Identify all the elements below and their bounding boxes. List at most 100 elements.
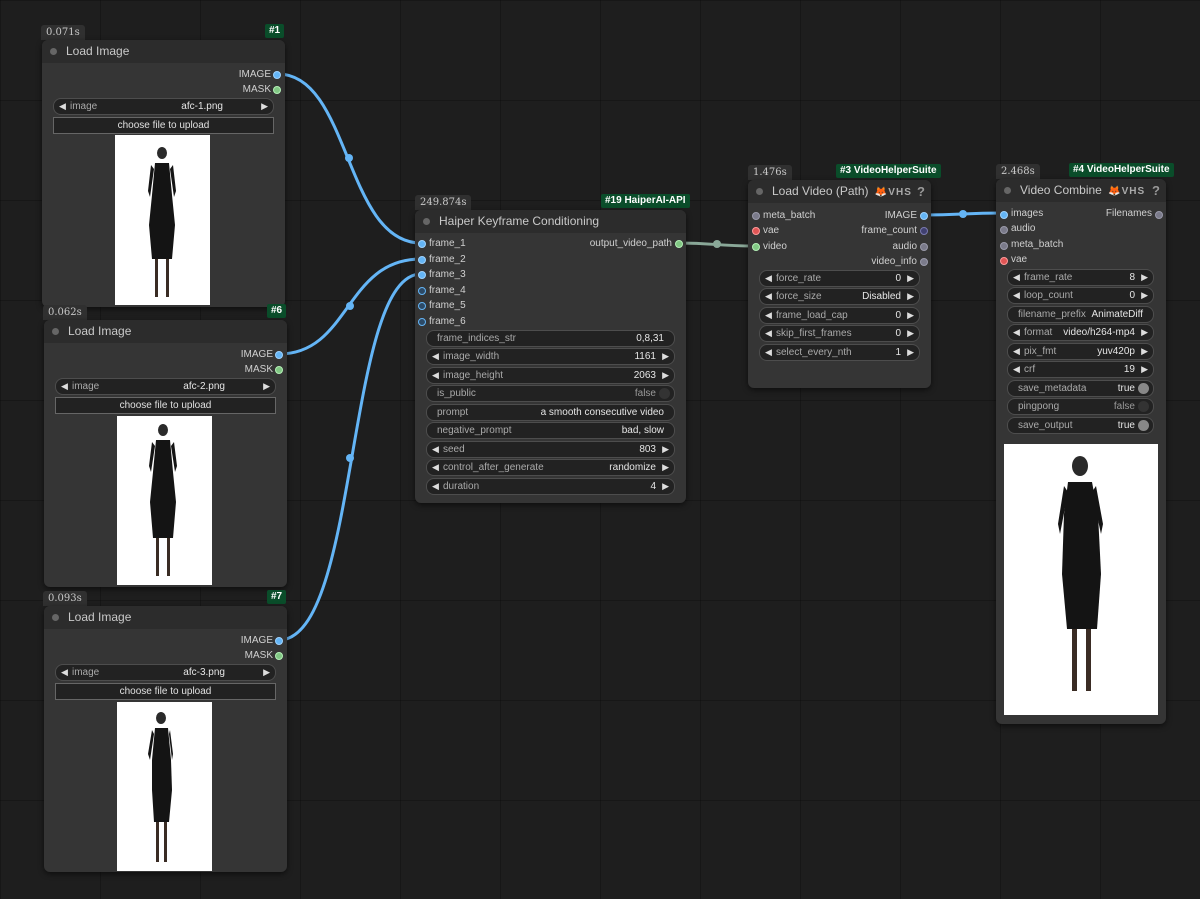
node-title-bar[interactable]: Load Image	[44, 320, 287, 343]
output-slot-video-path[interactable]	[675, 240, 683, 248]
increment-arrow-icon[interactable]: ▶	[662, 349, 669, 364]
decrement-arrow-icon[interactable]: ◀	[432, 442, 439, 457]
input-slot-frame-6[interactable]	[418, 318, 426, 326]
increment-arrow-icon[interactable]: ▶	[662, 479, 669, 494]
image-select-widget[interactable]: ◀ image afc-1.png ▶	[53, 98, 274, 115]
increment-arrow-icon[interactable]: ▶	[662, 368, 669, 383]
skip-first-frames-widget[interactable]: ◀ skip_first_frames 0 ▶	[759, 325, 920, 342]
save-output-toggle[interactable]: save_output true	[1007, 417, 1154, 434]
increment-arrow-icon[interactable]: ▶	[1141, 344, 1148, 359]
output-slot-image[interactable]	[273, 71, 281, 79]
save-metadata-toggle[interactable]: save_metadata true	[1007, 380, 1154, 397]
output-slot-frame-count[interactable]	[920, 227, 928, 235]
help-icon[interactable]: ?	[1152, 179, 1160, 202]
decrement-arrow-icon[interactable]: ◀	[1013, 270, 1020, 285]
duration-widget[interactable]: ◀ duration 4 ▶	[426, 478, 675, 495]
collapse-dot-icon[interactable]	[52, 614, 59, 621]
decrement-arrow-icon[interactable]: ◀	[432, 479, 439, 494]
collapse-dot-icon[interactable]	[52, 328, 59, 335]
input-slot-vae[interactable]	[752, 227, 760, 235]
input-slot-frame-3[interactable]	[418, 271, 426, 279]
output-slot-filenames[interactable]	[1155, 211, 1163, 219]
decrement-arrow-icon[interactable]: ◀	[61, 379, 68, 394]
decrement-arrow-icon[interactable]: ◀	[432, 460, 439, 475]
frame-indices-widget[interactable]: frame_indices_str 0,8,31	[426, 330, 675, 347]
input-slot-video[interactable]	[752, 243, 760, 251]
increment-arrow-icon[interactable]: ▶	[907, 308, 914, 323]
toggle-knob-icon[interactable]	[1138, 383, 1149, 394]
collapse-dot-icon[interactable]	[1004, 187, 1011, 194]
output-slot-mask[interactable]	[275, 652, 283, 660]
video-preview[interactable]	[1004, 444, 1158, 715]
input-slot-frame-2[interactable]	[418, 256, 426, 264]
input-slot-vae[interactable]	[1000, 257, 1008, 265]
control-after-generate-widget[interactable]: ◀ control_after_generate randomize ▶	[426, 459, 675, 476]
frame-load-cap-widget[interactable]: ◀ frame_load_cap 0 ▶	[759, 307, 920, 324]
video-combine-node[interactable]: Video Combine 🦊VHS ? images audio meta_b…	[996, 179, 1166, 724]
input-slot-frame-4[interactable]	[418, 287, 426, 295]
increment-arrow-icon[interactable]: ▶	[1141, 325, 1148, 340]
decrement-arrow-icon[interactable]: ◀	[432, 368, 439, 383]
node-title-bar[interactable]: Video Combine 🦊VHS ?	[996, 179, 1166, 202]
increment-arrow-icon[interactable]: ▶	[261, 99, 268, 114]
collapse-dot-icon[interactable]	[50, 48, 57, 55]
pix-fmt-widget[interactable]: ◀ pix_fmt yuv420p ▶	[1007, 343, 1154, 360]
toggle-knob-icon[interactable]	[1138, 420, 1149, 431]
node-title-bar[interactable]: Load Image	[44, 606, 287, 629]
upload-button[interactable]: choose file to upload	[53, 117, 274, 134]
increment-arrow-icon[interactable]: ▶	[263, 379, 270, 394]
prompt-widget[interactable]: prompt a smooth consecutive video	[426, 404, 675, 421]
format-widget[interactable]: ◀ format video/h264-mp4 ▶	[1007, 324, 1154, 341]
decrement-arrow-icon[interactable]: ◀	[765, 289, 772, 304]
decrement-arrow-icon[interactable]: ◀	[1013, 325, 1020, 340]
upload-button[interactable]: choose file to upload	[55, 397, 276, 414]
decrement-arrow-icon[interactable]: ◀	[1013, 288, 1020, 303]
frame-rate-widget[interactable]: ◀ frame_rate 8 ▶	[1007, 269, 1154, 286]
node-title-bar[interactable]: Haiper Keyframe Conditioning	[415, 210, 686, 233]
help-icon[interactable]: ?	[917, 180, 925, 203]
is-public-toggle[interactable]: is_public false	[426, 385, 675, 402]
input-slot-meta-batch[interactable]	[752, 212, 760, 220]
load-image-node-1[interactable]: Load Image IMAGE MASK ◀ image afc-1.png …	[42, 40, 285, 307]
load-video-path-node[interactable]: Load Video (Path) 🦊VHS ? meta_batch vae …	[748, 180, 931, 388]
increment-arrow-icon[interactable]: ▶	[907, 271, 914, 286]
haiper-keyframe-node[interactable]: Haiper Keyframe Conditioning frame_1 fra…	[415, 210, 686, 503]
crf-widget[interactable]: ◀ crf 19 ▶	[1007, 361, 1154, 378]
image-height-widget[interactable]: ◀ image_height 2063 ▶	[426, 367, 675, 384]
pingpong-toggle[interactable]: pingpong false	[1007, 398, 1154, 415]
image-select-widget[interactable]: ◀ image afc-3.png ▶	[55, 664, 276, 681]
force-size-widget[interactable]: ◀ force_size Disabled ▶	[759, 288, 920, 305]
increment-arrow-icon[interactable]: ▶	[907, 289, 914, 304]
collapse-dot-icon[interactable]	[756, 188, 763, 195]
collapse-dot-icon[interactable]	[423, 218, 430, 225]
node-title-bar[interactable]: Load Video (Path) 🦊VHS ?	[748, 180, 931, 203]
loop-count-widget[interactable]: ◀ loop_count 0 ▶	[1007, 287, 1154, 304]
output-slot-image[interactable]	[275, 637, 283, 645]
toggle-knob-icon[interactable]	[659, 388, 670, 399]
select-every-nth-widget[interactable]: ◀ select_every_nth 1 ▶	[759, 344, 920, 361]
negative-prompt-widget[interactable]: negative_prompt bad, slow	[426, 422, 675, 439]
increment-arrow-icon[interactable]: ▶	[263, 665, 270, 680]
image-select-widget[interactable]: ◀ image afc-2.png ▶	[55, 378, 276, 395]
image-width-widget[interactable]: ◀ image_width 1161 ▶	[426, 348, 675, 365]
input-slot-meta-batch[interactable]	[1000, 242, 1008, 250]
load-image-node-7[interactable]: Load Image IMAGE MASK ◀ image afc-3.png …	[44, 606, 287, 872]
input-slot-audio[interactable]	[1000, 226, 1008, 234]
toggle-knob-icon[interactable]	[1138, 401, 1149, 412]
input-slot-images[interactable]	[1000, 211, 1008, 219]
decrement-arrow-icon[interactable]: ◀	[1013, 362, 1020, 377]
output-slot-mask[interactable]	[273, 86, 281, 94]
increment-arrow-icon[interactable]: ▶	[907, 326, 914, 341]
seed-widget[interactable]: ◀ seed 803 ▶	[426, 441, 675, 458]
load-image-node-6[interactable]: Load Image IMAGE MASK ◀ image afc-2.png …	[44, 320, 287, 587]
output-slot-mask[interactable]	[275, 366, 283, 374]
output-slot-video-info[interactable]	[920, 258, 928, 266]
input-slot-frame-1[interactable]	[418, 240, 426, 248]
filename-prefix-widget[interactable]: filename_prefix AnimateDiff	[1007, 306, 1154, 323]
increment-arrow-icon[interactable]: ▶	[907, 345, 914, 360]
decrement-arrow-icon[interactable]: ◀	[765, 308, 772, 323]
decrement-arrow-icon[interactable]: ◀	[765, 345, 772, 360]
decrement-arrow-icon[interactable]: ◀	[432, 349, 439, 364]
increment-arrow-icon[interactable]: ▶	[1141, 288, 1148, 303]
decrement-arrow-icon[interactable]: ◀	[1013, 344, 1020, 359]
